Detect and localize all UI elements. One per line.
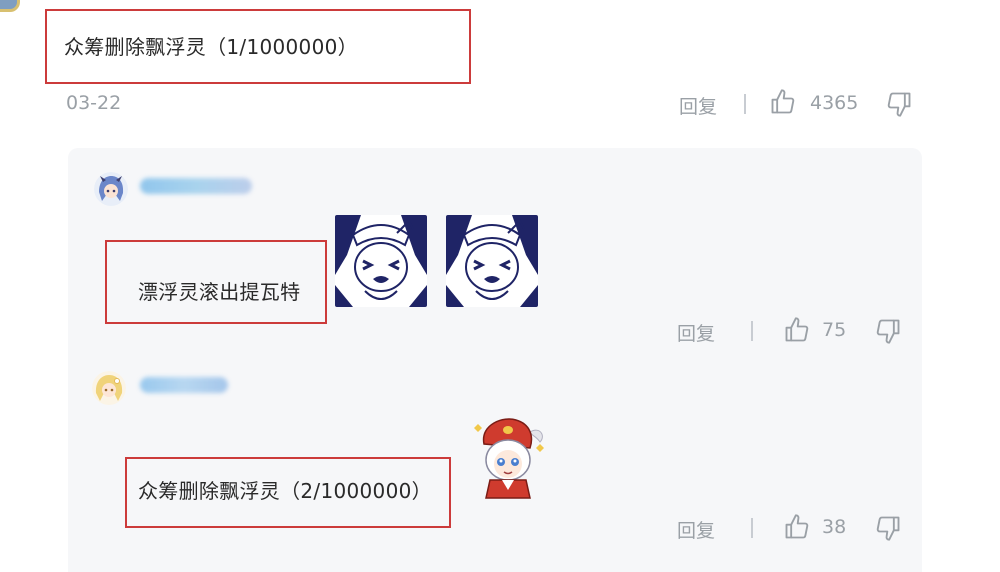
crying-character-sticker (446, 215, 538, 307)
like-count: 75 (822, 319, 847, 341)
thumbs-up-icon[interactable] (783, 513, 811, 541)
action-divider (751, 518, 753, 538)
reply-button[interactable]: 回复 (679, 92, 717, 119)
blonde-character-avatar[interactable] (92, 371, 126, 405)
user-badge-icon (0, 0, 20, 12)
crying-character-sticker (335, 215, 427, 307)
like-count: 38 (822, 516, 847, 538)
blurred-username (140, 178, 252, 194)
action-divider (744, 94, 746, 114)
reply-button[interactable]: 回复 (677, 516, 715, 543)
reply-button[interactable]: 回复 (677, 319, 715, 346)
like-count: 4365 (810, 92, 859, 114)
thumbs-up-icon[interactable] (769, 88, 797, 116)
action-divider (751, 321, 753, 341)
blurred-username (140, 377, 228, 393)
main-comment-text: 众筹删除飘浮灵（1/1000000） (64, 35, 358, 59)
blue-haired-character-avatar[interactable] (94, 172, 128, 206)
thumbs-down-icon[interactable] (885, 90, 913, 118)
thumbs-down-icon[interactable] (874, 514, 902, 542)
thumbs-down-icon[interactable] (874, 317, 902, 345)
red-hat-character-sticker (470, 414, 550, 500)
thumbs-up-icon[interactable] (783, 316, 811, 344)
reply-2-text: 众筹删除飘浮灵（2/1000000） (138, 479, 432, 503)
comment-date: 03-22 (66, 92, 122, 114)
reply-1-text: 漂浮灵滚出提瓦特 (138, 280, 301, 304)
